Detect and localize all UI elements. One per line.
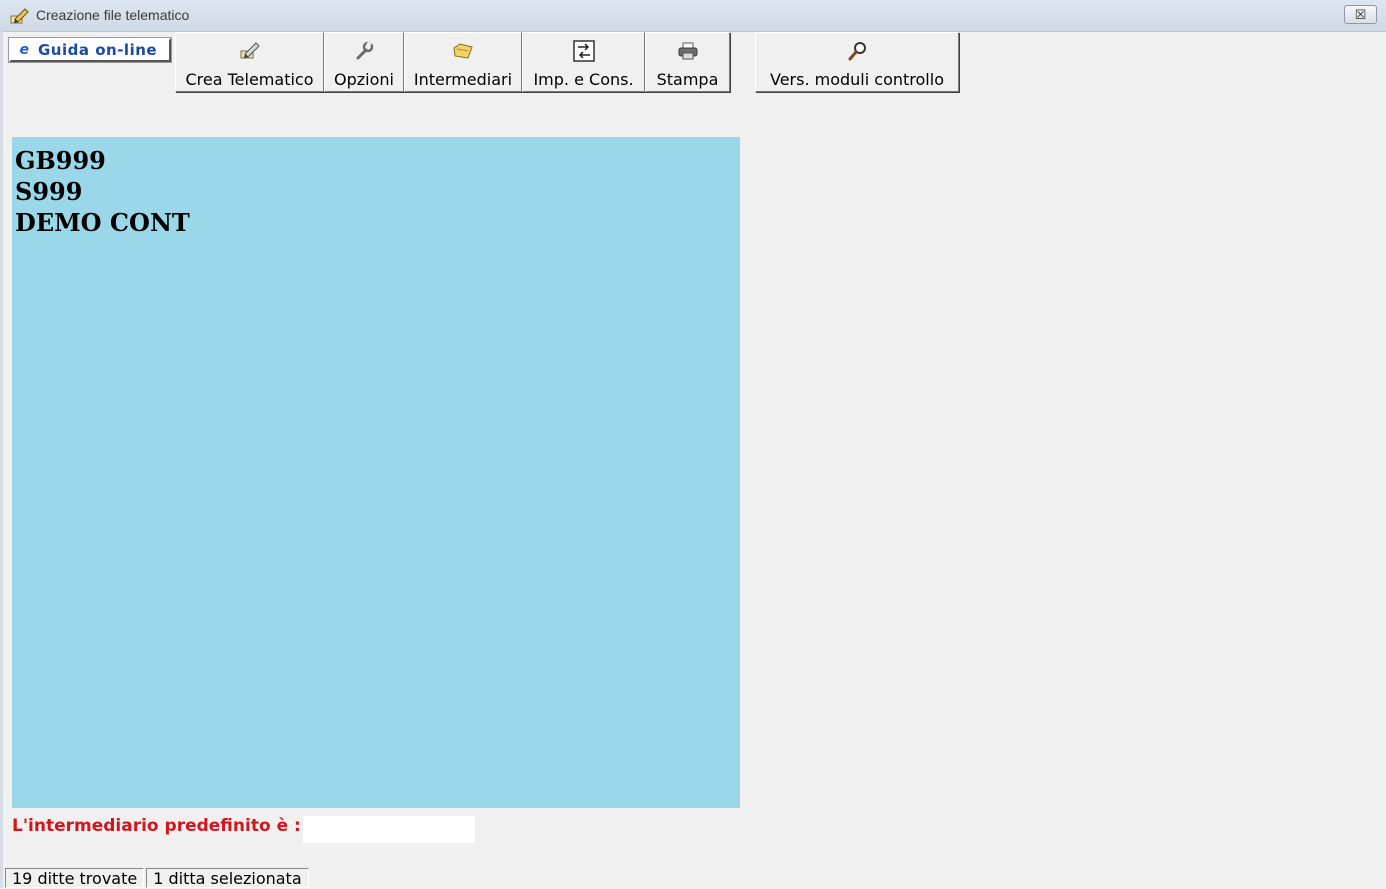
- app-edit-icon: [10, 7, 30, 25]
- printer-icon: [676, 40, 700, 62]
- options-button[interactable]: Opzioni: [324, 32, 404, 92]
- intermediaries-button[interactable]: Intermediari: [404, 32, 522, 92]
- control-modules-version-button[interactable]: Vers. moduli controllo: [755, 32, 959, 92]
- import-export-label: Imp. e Cons.: [533, 70, 634, 89]
- create-telematic-button[interactable]: Crea Telematico: [175, 32, 324, 92]
- help-online-button[interactable]: e Guida on-line: [8, 37, 172, 63]
- ie-icon: e: [19, 42, 30, 58]
- company-name-line: DEMO CONT: [15, 208, 190, 237]
- import-export-icon: [572, 40, 595, 62]
- folder-icon: [451, 40, 475, 62]
- status-bar: 19 ditte trovate 1 ditta selezionata: [5, 868, 309, 888]
- wrench-icon: [354, 40, 374, 62]
- print-button[interactable]: Stampa: [645, 32, 730, 92]
- print-label: Stampa: [656, 70, 719, 89]
- window-left-border: [0, 31, 3, 888]
- title-bar: Creazione file telematico ☒: [0, 0, 1386, 32]
- close-button[interactable]: ☒: [1344, 5, 1377, 24]
- options-label: Opzioni: [334, 70, 394, 89]
- window-title: Creazione file telematico: [36, 7, 190, 23]
- default-intermediary-field[interactable]: [303, 816, 475, 843]
- create-telematic-label: Crea Telematico: [185, 70, 314, 89]
- help-online-label: Guida on-line: [38, 41, 158, 59]
- company-code-line: GB999: [15, 146, 106, 175]
- import-export-button[interactable]: Imp. e Cons.: [522, 32, 645, 92]
- magnifier-icon: [846, 40, 868, 62]
- default-intermediary-label: L'intermediario predefinito è :: [12, 816, 301, 836]
- edit-pencil-icon: [239, 40, 261, 62]
- company-subcode-line: S999: [15, 177, 83, 206]
- companies-found-status: 19 ditte trovate: [5, 868, 145, 888]
- companies-selected-status: 1 ditta selezionata: [146, 868, 309, 888]
- close-icon: ☒: [1354, 8, 1367, 23]
- control-modules-version-label: Vers. moduli controllo: [770, 70, 944, 89]
- selected-company-panel[interactable]: GB999 S999 DEMO CONT: [12, 137, 740, 808]
- intermediaries-label: Intermediari: [413, 70, 513, 89]
